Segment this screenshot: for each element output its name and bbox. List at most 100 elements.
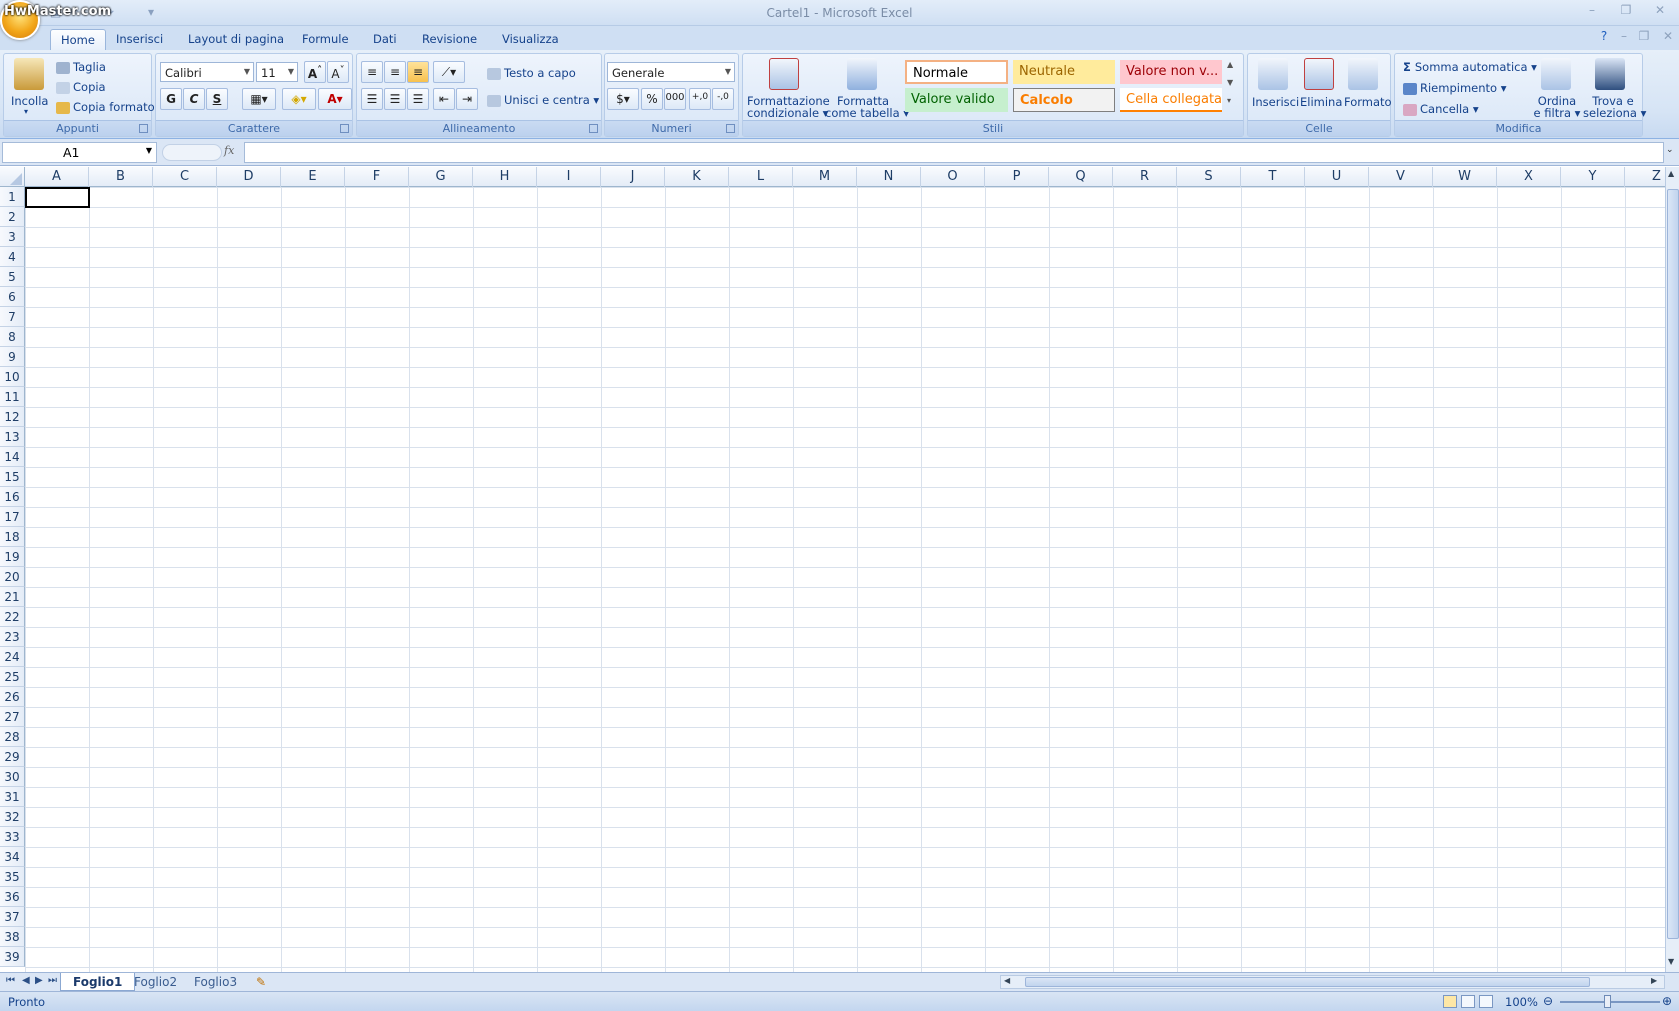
number-launcher-icon[interactable] [726,124,735,133]
clipboard-launcher-icon[interactable] [139,124,148,133]
format-cells-button[interactable]: Formato [1344,95,1392,109]
fill-button[interactable]: Riempimento ▾ [1403,81,1507,95]
sheet-tab-foglio3[interactable]: Foglio3 [182,973,249,991]
close-window-button[interactable]: ✕ [1650,3,1670,19]
styles-more-icon[interactable]: ▾ [1227,96,1231,105]
normal-view-icon[interactable] [1443,995,1457,1008]
format-as-table-button[interactable]: Formatta come tabella ▾ [825,95,909,119]
workbook-minimize-button[interactable]: – [1614,29,1634,45]
font-size-select[interactable]: 11 ▼ [256,62,298,82]
underline-button[interactable]: S [206,88,228,110]
merge-center-button[interactable]: Unisci e centra ▾ [487,93,599,107]
row-header[interactable]: 30 [0,767,25,787]
column-header[interactable]: C [153,167,217,187]
column-header[interactable]: B [89,167,153,187]
decrease-indent-button[interactable]: ⇤ [433,88,455,110]
paste-dropdown-icon[interactable]: ▾ [24,107,28,116]
align-left-button[interactable]: ☰ [361,88,383,110]
row-header[interactable]: 27 [0,707,25,727]
column-header[interactable]: H [473,167,537,187]
autosum-button[interactable]: Σ Somma automatica ▾ [1403,60,1537,74]
insert-cells-button[interactable]: Inserisci [1252,95,1299,109]
horizontal-scrollbar[interactable]: ◀ ▶ [1000,975,1665,989]
row-header[interactable]: 34 [0,847,25,867]
font-color-button[interactable]: A▾ [318,88,352,110]
column-header[interactable]: T [1241,167,1305,187]
font-name-select[interactable]: Calibri ▼ [160,62,254,82]
paste-button[interactable]: Incolla [11,94,48,108]
row-header[interactable]: 8 [0,327,25,347]
alignment-launcher-icon[interactable] [589,124,598,133]
tab-home[interactable]: Home [50,29,106,50]
copy-button[interactable]: Copia [56,80,106,94]
prev-sheet-icon[interactable]: ◀ [22,975,30,986]
borders-button[interactable]: ▦▾ [242,88,276,110]
align-top-button[interactable]: ≡ [361,61,383,83]
delete-cells-button[interactable]: Elimina [1300,95,1342,109]
column-header[interactable]: F [345,167,409,187]
workbook-restore-button[interactable]: ❐ [1634,29,1654,45]
sort-filter-button[interactable]: Ordina e filtra ▾ [1531,95,1583,119]
row-header[interactable]: 4 [0,247,25,267]
decrease-decimal-button[interactable]: -,0 [712,88,734,110]
row-header[interactable]: 29 [0,747,25,767]
increase-decimal-button[interactable]: +,0 [689,88,711,110]
find-select-button[interactable]: Trova e seleziona ▾ [1583,95,1646,119]
sheet-tab-foglio2[interactable]: Foglio2 [122,973,189,991]
style-bad[interactable]: Valore non v... [1120,60,1222,84]
column-header[interactable]: U [1305,167,1369,187]
fill-color-button[interactable]: ◈▾ [282,88,316,110]
grow-font-button[interactable]: A˄ [304,61,326,83]
column-header[interactable]: D [217,167,281,187]
minimize-window-button[interactable]: – [1582,3,1602,19]
row-header[interactable]: 3 [0,227,25,247]
cell-area[interactable] [25,187,1665,972]
name-box[interactable]: A1 ▼ [2,142,157,163]
scroll-up-icon[interactable]: ▲ [1668,169,1674,178]
column-header[interactable]: G [409,167,473,187]
row-header[interactable]: 12 [0,407,25,427]
row-header[interactable]: 39 [0,947,25,967]
restore-window-button[interactable]: ❐ [1616,3,1636,19]
row-header[interactable]: 35 [0,867,25,887]
row-header[interactable]: 21 [0,587,25,607]
scroll-down-icon[interactable]: ▼ [1668,957,1674,966]
insert-sheet-icon[interactable]: ✎ [244,973,278,991]
scroll-right-icon[interactable]: ▶ [1651,976,1657,985]
row-header[interactable]: 18 [0,527,25,547]
bold-button[interactable]: G [160,88,182,110]
row-header[interactable]: 36 [0,887,25,907]
row-header[interactable]: 6 [0,287,25,307]
align-center-button[interactable]: ☰ [384,88,406,110]
align-bottom-button[interactable]: ≡ [407,61,429,83]
styles-scroll-down-icon[interactable]: ▼ [1227,78,1233,87]
column-header[interactable]: V [1369,167,1433,187]
workbook-close-button[interactable]: ✕ [1658,29,1678,45]
row-header[interactable]: 24 [0,647,25,667]
clear-button[interactable]: Cancella ▾ [1403,102,1479,116]
wrap-text-button[interactable]: Testo a capo [487,66,576,80]
row-header[interactable]: 2 [0,207,25,227]
column-header[interactable]: Q [1049,167,1113,187]
column-header[interactable]: P [985,167,1049,187]
page-layout-view-icon[interactable] [1461,995,1475,1008]
column-header[interactable]: K [665,167,729,187]
row-header[interactable]: 5 [0,267,25,287]
select-all-button[interactable] [0,167,25,187]
number-format-select[interactable]: Generale ▼ [607,62,735,82]
column-header[interactable]: X [1497,167,1561,187]
column-header[interactable]: M [793,167,857,187]
insert-function-icon[interactable]: fx [224,144,234,157]
row-header[interactable]: 19 [0,547,25,567]
row-header[interactable]: 14 [0,447,25,467]
column-header[interactable]: J [601,167,665,187]
column-header[interactable]: S [1177,167,1241,187]
italic-button[interactable]: C [183,88,205,110]
last-sheet-icon[interactable]: ⏭ [48,975,57,986]
zoom-in-icon[interactable]: ⊕ [1662,994,1672,1008]
first-sheet-icon[interactable]: ⏮ [6,975,15,986]
style-calculation[interactable]: Calcolo [1013,88,1115,112]
column-header[interactable]: L [729,167,793,187]
active-cell-a1[interactable] [25,187,90,208]
column-header[interactable]: N [857,167,921,187]
